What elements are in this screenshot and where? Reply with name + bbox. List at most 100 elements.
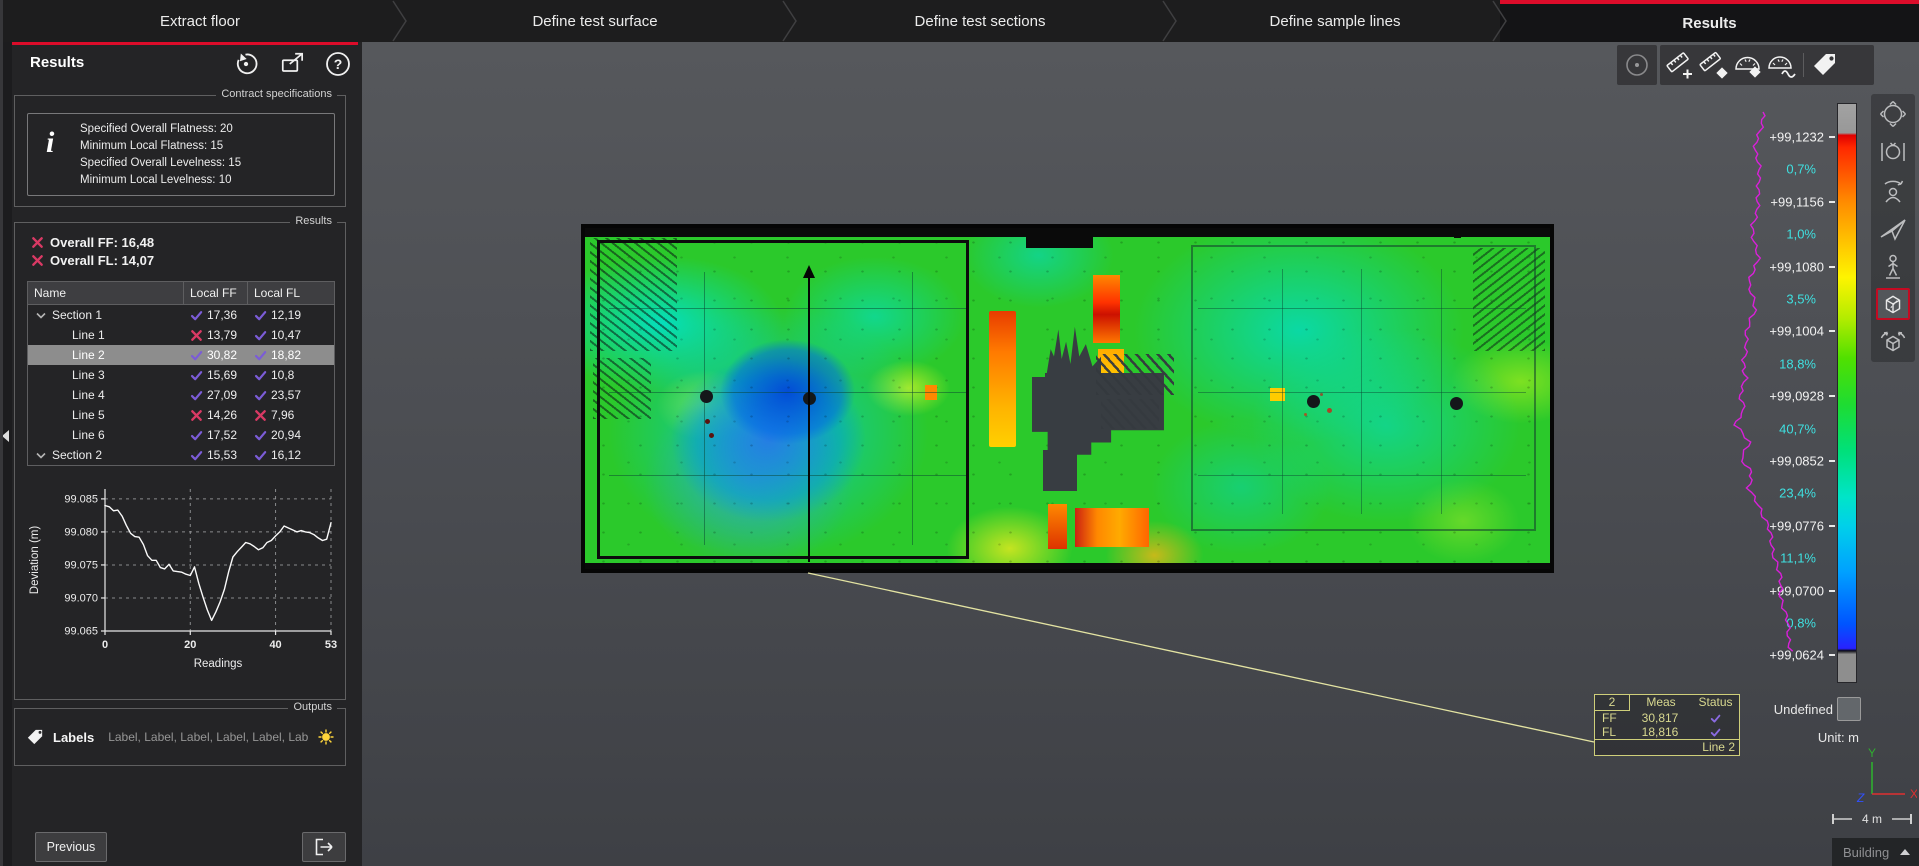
table-row-line-4[interactable]: Line 427,0923,57 (28, 385, 334, 405)
section-grid-line (912, 272, 913, 545)
floor-heatmap[interactable] (581, 224, 1554, 573)
overall-ff: Overall FF: 16,48 (31, 235, 154, 250)
column-header-name: Name (28, 282, 184, 304)
pass-check-icon (254, 449, 267, 462)
window-edge (0, 0, 3, 866)
panel-collapse-arrow-icon[interactable] (2, 430, 9, 442)
overall-fl: Overall FL: 14,07 (31, 253, 154, 268)
pass-check-icon (254, 429, 267, 442)
column-dot (705, 419, 710, 424)
hot-spot (989, 311, 1016, 447)
building-expander-button[interactable]: Building (1832, 838, 1919, 866)
add-measurement-button[interactable] (1663, 48, 1697, 82)
local-fl-value: 10,47 (248, 328, 334, 342)
fly-view-button[interactable] (1876, 212, 1910, 244)
walk-view-button[interactable] (1876, 250, 1910, 282)
y-axis-label: Y (1868, 746, 1876, 760)
tab-separator-icon (782, 0, 798, 42)
colorbar-labels: +99,12320,7%+99,11561,0%+99,10803,5%+99,… (1692, 42, 1824, 742)
highlight-bulb-icon[interactable] (317, 728, 335, 746)
colorbar-tick (1829, 395, 1835, 397)
building-label: Building (1843, 845, 1900, 860)
colorbar-elevation-label: +99,0852 (1769, 454, 1824, 469)
results-table-header: Name Local FF Local FL (28, 282, 334, 305)
pass-check-icon (190, 389, 203, 402)
table-row-section-1[interactable]: Section 117,3612,19 (28, 305, 334, 325)
constrained-orbit-button[interactable] (1876, 136, 1910, 168)
tab-define-test-sections[interactable]: Define test sections (790, 0, 1170, 42)
section-grid-line (1198, 475, 1526, 476)
callout-footer: Line 2 (1595, 739, 1739, 755)
popout-button[interactable] (279, 50, 307, 78)
colorbar-percent-label: 18,8% (1779, 356, 1816, 371)
chevron-down-icon[interactable] (36, 451, 46, 460)
tab-define-sample-lines[interactable]: Define sample lines (1170, 0, 1500, 42)
angle-measurement-button[interactable] (1765, 48, 1799, 82)
svg-text:53: 53 (325, 639, 337, 651)
row-name: Line 4 (72, 388, 105, 402)
erase-angle-button[interactable] (1731, 48, 1765, 82)
table-row-section-2[interactable]: Section 215,5316,12 (28, 445, 334, 465)
section-grid-line (704, 272, 705, 545)
table-row-line-2[interactable]: Line 230,8218,82 (28, 345, 334, 365)
z-axis-label: Z (1856, 791, 1865, 805)
pass-check-icon (1710, 713, 1721, 724)
row-name: Section 1 (52, 308, 102, 322)
svg-text:99.070: 99.070 (64, 592, 98, 604)
colorbar-tick (1829, 330, 1835, 332)
table-row-line-6[interactable]: Line 617,5220,94 (28, 425, 334, 445)
colorbar-tick (1829, 654, 1835, 656)
hot-spot (1048, 504, 1067, 548)
sample-line-2-arrow[interactable] (808, 267, 810, 562)
local-fl-value: 16,12 (248, 448, 334, 462)
ruler-add-icon (1665, 50, 1695, 80)
tab-results[interactable]: Results (1500, 0, 1919, 42)
colorbar-elevation-label: +99,1156 (1770, 194, 1824, 209)
callout-leader-line (808, 573, 1594, 742)
elevation-colorbar[interactable] (1837, 103, 1857, 683)
pass-check-icon (254, 309, 267, 322)
table-row-line-1[interactable]: Line 113,7910,47 (28, 325, 334, 345)
chevron-down-icon[interactable] (36, 311, 46, 320)
remove-measurement-button[interactable] (1697, 48, 1731, 82)
previous-button[interactable]: Previous (35, 832, 107, 862)
help-button[interactable]: ? (324, 50, 352, 78)
colorbar-elevation-label: +99,1232 (1769, 130, 1824, 145)
ruler-erase-icon (1699, 50, 1729, 80)
colorbar-percent-label: 0,7% (1786, 162, 1816, 177)
viewport-3d[interactable]: +99,12320,7%+99,11561,0%+99,10803,5%+99,… (362, 42, 1919, 866)
pivot-point-button[interactable] (1620, 48, 1654, 82)
reset-button[interactable] (232, 50, 260, 78)
table-row-line-5[interactable]: Line 514,267,96 (28, 405, 334, 425)
tab-extract-floor[interactable]: Extract floor (0, 0, 400, 42)
table-row-line-3[interactable]: Line 315,6910,8 (28, 365, 334, 385)
colorbar-percent-label: 40,7% (1779, 421, 1816, 436)
colorbar-elevation-label: +99,0928 (1769, 389, 1824, 404)
first-person-view-button[interactable] (1876, 174, 1910, 206)
orbit-view-button[interactable] (1876, 98, 1910, 130)
svg-text:Readings: Readings (194, 658, 243, 670)
scale-bar: 4 m (1832, 810, 1912, 828)
svg-text:20: 20 (184, 639, 196, 651)
x-axis-label: X (1910, 787, 1917, 801)
colorbar-percent-label: 0,8% (1786, 616, 1816, 631)
turntable-view-button[interactable] (1876, 326, 1910, 358)
tab-define-test-surface[interactable]: Define test surface (400, 0, 790, 42)
spec-line: Minimum Local Levelness: 10 (80, 174, 232, 186)
navigation-toolbar (1871, 94, 1915, 362)
local-ff-value: 17,36 (184, 308, 248, 322)
undefined-color-swatch[interactable] (1837, 697, 1861, 721)
reset-icon (232, 50, 260, 78)
panel-title: Results (30, 54, 84, 71)
spec-line: Minimum Local Flatness: 15 (80, 140, 223, 152)
section-grid-line (609, 308, 966, 309)
callout-status-header: Status (1692, 695, 1739, 711)
contract-specifications-group: Contract specifications i Specified Over… (14, 95, 346, 207)
line-2-callout[interactable]: 2 Meas Status FF 30,817 FL 18,816 Line 2 (1594, 694, 1740, 756)
export-button[interactable] (302, 832, 346, 862)
toggle-labels-button[interactable] (1808, 48, 1842, 82)
pass-check-icon (190, 349, 203, 362)
view-cube-button[interactable] (1876, 288, 1910, 320)
local-ff-value: 15,69 (184, 368, 248, 382)
row-name: Line 6 (72, 428, 105, 442)
